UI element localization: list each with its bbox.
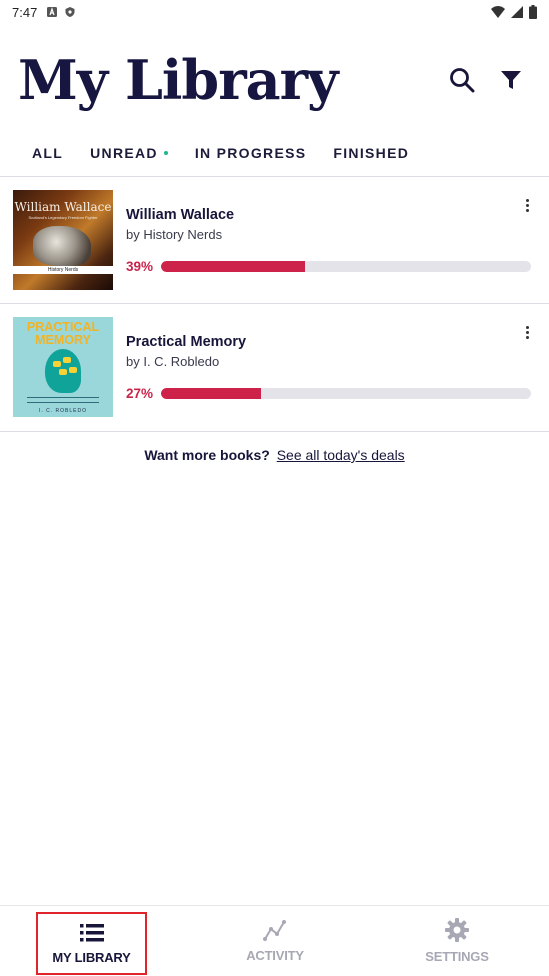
more-vert-icon	[525, 325, 529, 329]
more-options-button[interactable]	[518, 193, 536, 217]
deals-link[interactable]: See all today's deals	[277, 447, 405, 463]
gear-icon	[445, 918, 469, 942]
progress-bar	[161, 388, 531, 399]
more-options-button[interactable]	[518, 320, 536, 344]
nav-settings[interactable]: SETTINGS	[407, 906, 507, 976]
book-cover[interactable]: PRACTICAL MEMORY I. C. ROBLEDO	[13, 317, 113, 417]
tab-in-progress[interactable]: IN PROGRESS	[195, 145, 307, 161]
unread-indicator-dot	[163, 151, 168, 155]
deals-prompt: Want more books?	[144, 447, 270, 463]
filter-button[interactable]	[493, 62, 529, 98]
nav-label: MY LIBRARY	[52, 949, 131, 965]
progress-bar	[161, 261, 531, 272]
status-time: 7:47	[12, 4, 38, 20]
status-bar: 7:47	[0, 0, 549, 24]
tab-label: IN PROGRESS	[194, 145, 307, 161]
nav-label: ACTIVITY	[246, 948, 304, 963]
nav-label: SETTINGS	[425, 949, 489, 964]
shield-icon	[65, 7, 75, 17]
book-author: by History Nerds	[126, 227, 223, 242]
tab-label: UNREAD	[90, 145, 158, 161]
cover-author: I. C. ROBLEDO	[38, 408, 87, 414]
activity-icon	[263, 920, 286, 941]
filter-icon	[501, 71, 521, 89]
list-item[interactable]: William Wallace Scotland's Legendary Fre…	[0, 177, 549, 303]
nav-my-library[interactable]: MY LIBRARY	[36, 912, 147, 975]
search-button[interactable]	[444, 62, 480, 98]
progress-percent: 39%	[126, 259, 154, 274]
progress-fill	[161, 388, 261, 399]
deals-banner: Want more books? See all today's deals	[0, 447, 549, 463]
book-title[interactable]: Practical Memory	[126, 334, 246, 350]
cover-title: PRACTICAL MEMORY	[26, 320, 100, 347]
tab-all[interactable]: ALL	[32, 145, 63, 161]
list-icon	[79, 923, 104, 941]
list-item[interactable]: PRACTICAL MEMORY I. C. ROBLEDO Practical…	[0, 304, 549, 430]
filter-tabs: ALL UNREAD IN PROGRESS FINISHED	[0, 130, 549, 176]
signal-icon	[511, 6, 523, 18]
search-icon	[450, 68, 475, 93]
tab-label: ALL	[32, 145, 64, 161]
notification-a-icon	[47, 7, 58, 17]
nav-activity[interactable]: ACTIVITY	[225, 906, 325, 976]
cover-art	[33, 226, 91, 266]
divider	[0, 431, 549, 432]
battery-icon	[529, 5, 537, 19]
more-vert-icon	[525, 198, 529, 202]
book-cover[interactable]: William Wallace Scotland's Legendary Fre…	[13, 190, 113, 290]
bottom-nav: MY LIBRARY ACTIVITY SETTINGS	[0, 905, 549, 976]
progress-percent: 27%	[126, 386, 154, 401]
wifi-icon	[491, 6, 505, 18]
book-author: by I. C. Robledo	[126, 354, 220, 369]
progress-fill	[161, 261, 306, 272]
cover-subtitle: Scotland's Legendary Freedom Fighter	[28, 215, 98, 220]
tab-label: FINISHED	[333, 145, 410, 161]
cover-band: History Nerds	[13, 266, 113, 274]
header: My Library	[0, 40, 549, 120]
tab-unread[interactable]: UNREAD	[90, 145, 168, 161]
cover-title: William Wallace	[14, 200, 112, 214]
tab-finished[interactable]: FINISHED	[333, 145, 409, 161]
book-title[interactable]: William Wallace	[126, 207, 234, 223]
page-title: My Library	[18, 48, 338, 112]
